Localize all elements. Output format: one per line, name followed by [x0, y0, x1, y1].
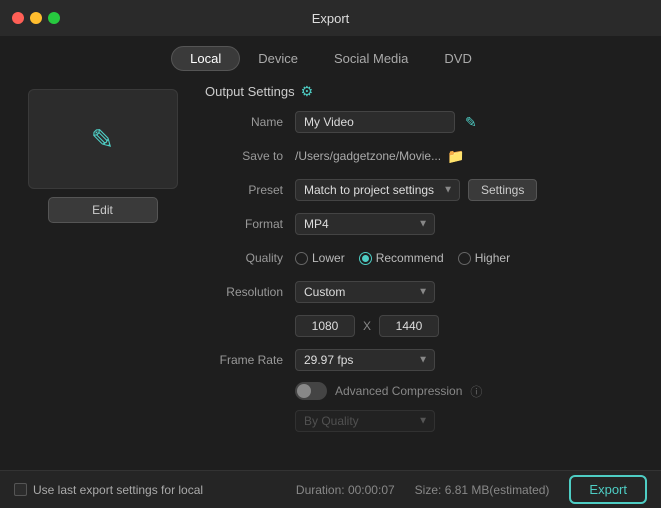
folder-icon[interactable]: 📁 — [447, 148, 464, 165]
export-button[interactable]: Export — [569, 475, 647, 504]
format-select[interactable]: MP4 — [295, 213, 435, 235]
frame-rate-select[interactable]: 29.97 fps — [295, 349, 435, 371]
resolution-height-input[interactable] — [379, 315, 439, 337]
resolution-label: Resolution — [205, 285, 295, 299]
frame-rate-label: Frame Rate — [205, 353, 295, 367]
duration-label: Duration: — [296, 483, 345, 497]
title-bar: Export — [0, 0, 661, 36]
tool-icon: ⚙ — [301, 83, 314, 100]
preset-select-wrapper: Match to project settings ▼ — [295, 179, 460, 201]
higher-radio-circle — [458, 252, 471, 265]
advanced-compression-row: Advanced Compression ⓘ — [205, 382, 641, 400]
edit-button[interactable]: Edit — [48, 197, 158, 223]
resolution-fields: X — [295, 315, 641, 337]
format-label: Format — [205, 217, 295, 231]
duration-value: 00:00:07 — [348, 483, 395, 497]
settings-button[interactable]: Settings — [468, 179, 537, 201]
preset-control: Match to project settings ▼ Settings — [295, 179, 641, 201]
output-settings-label: Output Settings — [205, 84, 295, 99]
resolution-width-input[interactable] — [295, 315, 355, 337]
edit-name-icon[interactable]: ✎ — [465, 114, 477, 131]
save-to-control: /Users/gadgetzone/Movie... 📁 — [295, 148, 641, 165]
lower-radio-circle — [295, 252, 308, 265]
resolution-select[interactable]: Custom — [295, 281, 435, 303]
higher-radio-label: Higher — [475, 251, 510, 265]
size-value: 6.81 MB(estimated) — [445, 483, 550, 497]
tab-local[interactable]: Local — [171, 46, 240, 71]
quality-lower[interactable]: Lower — [295, 251, 345, 265]
resolution-x-label: X — [363, 319, 371, 333]
size-label: Size: — [415, 483, 442, 497]
resolution-select-wrapper: Custom ▼ — [295, 281, 435, 303]
main-content: ✎ Edit Output Settings ⚙ Name ✎ Save to … — [0, 79, 661, 432]
frame-rate-select-wrapper: 29.97 fps ▼ — [295, 349, 435, 371]
format-select-wrapper: MP4 ▼ — [295, 213, 435, 235]
save-to-label: Save to — [205, 149, 295, 163]
resolution-control: Custom ▼ — [295, 281, 641, 303]
preset-select[interactable]: Match to project settings — [295, 179, 460, 201]
section-title: Output Settings ⚙ — [205, 83, 641, 100]
save-to-row: Save to /Users/gadgetzone/Movie... 📁 — [205, 144, 641, 168]
bottom-info: Duration: 00:00:07 Size: 6.81 MB(estimat… — [296, 475, 647, 504]
format-row: Format MP4 ▼ — [205, 212, 641, 236]
duration-text: Duration: 00:00:07 — [296, 483, 395, 497]
pencil-icon: ✎ — [91, 123, 114, 156]
frame-rate-row: Frame Rate 29.97 fps ▼ — [205, 348, 641, 372]
quality-row: Quality Lower Recommend Higher — [205, 246, 641, 270]
window-title: Export — [312, 11, 350, 26]
name-label: Name — [205, 115, 295, 129]
quality-higher[interactable]: Higher — [458, 251, 510, 265]
advanced-toggle[interactable] — [295, 382, 327, 400]
preset-label: Preset — [205, 183, 295, 197]
recommend-radio-dot — [362, 255, 369, 262]
quality-control: Lower Recommend Higher — [295, 251, 641, 265]
lower-radio-label: Lower — [312, 251, 345, 265]
name-row: Name ✎ — [205, 110, 641, 134]
by-quality-select-wrapper: By Quality ▼ — [295, 410, 435, 432]
resolution-row: Resolution Custom ▼ — [205, 280, 641, 304]
recommend-radio-circle — [359, 252, 372, 265]
preset-row: Preset Match to project settings ▼ Setti… — [205, 178, 641, 202]
tab-device[interactable]: Device — [240, 46, 316, 71]
close-button[interactable] — [12, 12, 24, 24]
tab-bar: Local Device Social Media DVD — [0, 36, 661, 79]
tab-social-media[interactable]: Social Media — [316, 46, 426, 71]
bottom-bar: Use last export settings for local Durat… — [0, 470, 661, 508]
resolution-wh-row: X — [205, 314, 641, 338]
format-control: MP4 ▼ — [295, 213, 641, 235]
maximize-button[interactable] — [48, 12, 60, 24]
by-quality-select[interactable]: By Quality — [295, 410, 435, 432]
name-control: ✎ — [295, 111, 641, 133]
path-text: /Users/gadgetzone/Movie... — [295, 149, 441, 163]
quality-recommend[interactable]: Recommend — [359, 251, 444, 265]
frame-rate-control: 29.97 fps ▼ — [295, 349, 641, 371]
recommend-radio-label: Recommend — [376, 251, 444, 265]
minimize-button[interactable] — [30, 12, 42, 24]
checkbox-wrap: Use last export settings for local — [14, 483, 203, 497]
last-export-label: Use last export settings for local — [33, 483, 203, 497]
info-icon[interactable]: ⓘ — [470, 383, 482, 400]
quality-label: Quality — [205, 251, 295, 265]
left-panel: ✎ Edit — [20, 79, 185, 432]
advanced-label: Advanced Compression — [335, 384, 462, 398]
name-input[interactable] — [295, 111, 455, 133]
tab-dvd[interactable]: DVD — [426, 46, 489, 71]
by-quality-row: By Quality ▼ — [205, 410, 641, 432]
window-controls — [12, 12, 60, 24]
toggle-knob — [297, 384, 311, 398]
size-text: Size: 6.81 MB(estimated) — [415, 483, 550, 497]
preview-box: ✎ — [28, 89, 178, 189]
right-panel: Output Settings ⚙ Name ✎ Save to /Users/… — [205, 79, 641, 432]
last-export-checkbox[interactable] — [14, 483, 27, 496]
